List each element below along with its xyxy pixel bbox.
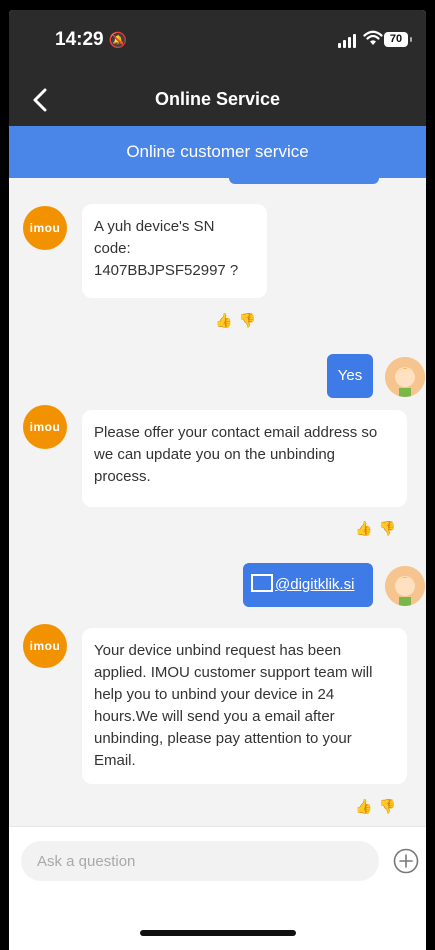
- user-avatar: [385, 357, 425, 397]
- agent-avatar: imou: [23, 206, 67, 250]
- user-message: @digitklik.si: [243, 563, 373, 607]
- email-link[interactable]: @digitklik.si: [275, 576, 354, 593]
- thumbs-down-icon[interactable]: 👎: [378, 798, 395, 815]
- feedback-buttons: 👍 👎: [355, 798, 396, 815]
- service-banner: Online customer service: [9, 126, 426, 178]
- home-indicator[interactable]: [140, 930, 296, 936]
- bell-off-icon: 🔕: [108, 32, 128, 49]
- feedback-buttons: 👍 👎: [215, 312, 256, 329]
- thumbs-up-icon[interactable]: 👍: [215, 312, 232, 329]
- user-face-icon: [385, 357, 425, 397]
- thumbs-up-icon[interactable]: 👍: [355, 520, 372, 537]
- status-bar: 14:29 🔕 70: [9, 10, 426, 74]
- phone-screen: 14:29 🔕 70 Online Service Online custome…: [9, 10, 426, 950]
- thumbs-down-icon[interactable]: 👎: [378, 520, 395, 537]
- wifi-icon: [363, 30, 383, 45]
- agent-message: Please offer your contact email address …: [82, 410, 407, 507]
- agent-message: A yuh device's SN code: 1407BBJPSF52997 …: [82, 204, 267, 298]
- banner-tab: [229, 178, 379, 184]
- page-title: Online Service: [154, 89, 281, 109]
- nav-bar: Online Service: [9, 74, 426, 126]
- user-avatar: [385, 566, 425, 606]
- user-message: Yes: [327, 354, 373, 398]
- thumbs-down-icon[interactable]: 👎: [238, 312, 255, 329]
- user-face-icon: [385, 566, 425, 606]
- question-input[interactable]: [21, 841, 379, 881]
- thumbs-up-icon[interactable]: 👍: [355, 798, 372, 815]
- battery-icon: 70: [384, 32, 412, 47]
- redacted-box: [251, 574, 273, 592]
- status-time: 14:29 🔕: [55, 29, 128, 50]
- add-icon[interactable]: [392, 847, 420, 875]
- feedback-buttons: 👍 👎: [355, 520, 396, 537]
- agent-avatar: imou: [23, 405, 67, 449]
- signal-icon: [338, 34, 356, 48]
- agent-avatar: imou: [23, 624, 67, 668]
- agent-message: Your device unbind request has been appl…: [82, 628, 407, 784]
